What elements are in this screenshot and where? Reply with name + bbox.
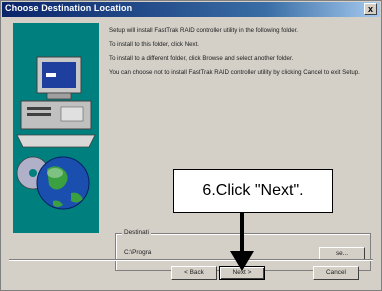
instruction-paragraph-2: To install to this folder, click Next. (109, 41, 200, 48)
destination-path: C:\Progra (124, 249, 152, 256)
arrow-down-icon (230, 213, 254, 271)
cancel-button[interactable]: Cancel (313, 266, 359, 280)
divider (9, 259, 373, 261)
instructions: Setup will install FastTrak RAID control… (109, 27, 371, 83)
destination-folder-label: Destinati (122, 229, 151, 236)
instruction-callout: 6.Click "Next". (173, 169, 333, 213)
close-icon: x (367, 4, 373, 14)
computer-and-globe-icon (16, 56, 96, 210)
back-button[interactable]: < Back (171, 266, 217, 280)
instruction-paragraph-1: Setup will install FastTrak RAID control… (109, 27, 299, 34)
window-title: Choose Destination Location (5, 3, 133, 13)
instruction-paragraph-4: You can choose not to install FastTrak R… (109, 69, 360, 76)
setup-dialog: Choose Destination Location x Setup will… (0, 0, 382, 291)
close-button[interactable]: x (364, 3, 377, 15)
callout-text: 6.Click "Next". (202, 182, 304, 199)
setup-artwork (13, 23, 99, 233)
instruction-paragraph-3: To install to a different folder, click … (109, 55, 294, 62)
title-bar[interactable]: Choose Destination Location x (2, 2, 380, 17)
